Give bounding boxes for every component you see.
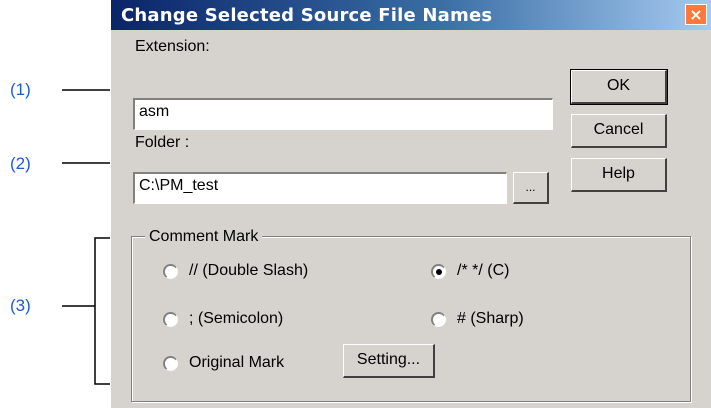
radio-c-style[interactable] — [431, 264, 446, 279]
setting-button[interactable]: Setting... — [343, 344, 435, 378]
radio-semicolon[interactable] — [163, 312, 178, 327]
radio-sharp[interactable] — [431, 312, 446, 327]
ok-button[interactable]: OK — [570, 69, 668, 105]
extension-field[interactable]: asm — [133, 98, 553, 130]
browse-button[interactable]: ... — [513, 172, 549, 204]
extension-label: Extension: — [135, 38, 210, 55]
help-button[interactable]: Help — [571, 158, 667, 192]
dialog-title: Change Selected Source File Names — [121, 5, 493, 26]
folder-field[interactable]: C:\PM_test — [133, 172, 507, 204]
radio-label-sharp[interactable]: # (Sharp) — [457, 310, 524, 328]
folder-label: Folder : — [135, 134, 190, 151]
radio-label-semicolon[interactable]: ; (Semicolon) — [189, 310, 283, 328]
dialog-window: Change Selected Source File Names × Exte… — [110, 0, 711, 408]
close-icon[interactable]: × — [685, 4, 707, 25]
radio-original-mark[interactable] — [163, 356, 178, 371]
comment-mark-title: Comment Mark — [145, 228, 263, 246]
radio-label-original-mark[interactable]: Original Mark — [189, 354, 284, 372]
title-bar[interactable]: Change Selected Source File Names × — [111, 0, 711, 30]
radio-label-double-slash[interactable]: // (Double Slash) — [189, 262, 308, 280]
cancel-button[interactable]: Cancel — [571, 114, 667, 148]
radio-label-c-style[interactable]: /* */ (C) — [457, 262, 509, 280]
radio-double-slash[interactable] — [163, 264, 178, 279]
radio-selected-dot — [436, 269, 442, 275]
